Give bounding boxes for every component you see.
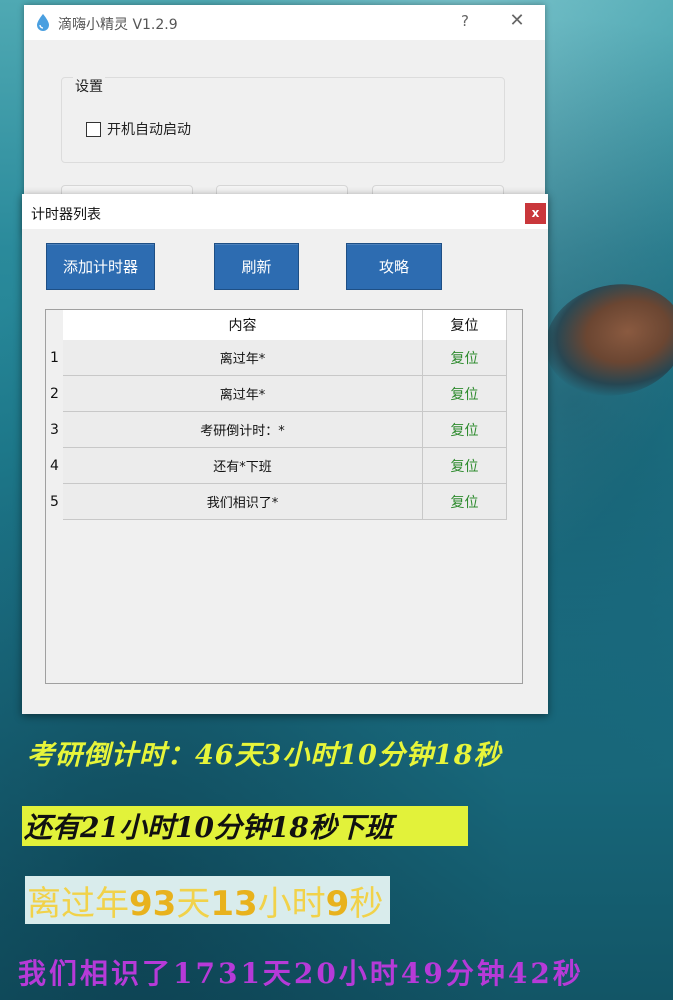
column-header-content[interactable]: 内容	[63, 310, 423, 340]
row-number: 3	[46, 412, 63, 448]
close-button[interactable]: ✕	[507, 10, 527, 31]
row-content[interactable]: 考研倒计时：*	[63, 412, 423, 448]
refresh-button[interactable]: 刷新	[214, 243, 299, 290]
settings-group-label: 设置	[73, 76, 105, 96]
row-content[interactable]: 还有*下班	[63, 448, 423, 484]
autostart-checkbox[interactable]	[86, 121, 101, 137]
row-number: 2	[46, 376, 63, 412]
row-reset-link[interactable]: 复位	[423, 340, 507, 376]
new-year-hours: 13	[210, 884, 258, 924]
new-year-countdown: 离过年93天13小时9秒	[27, 876, 383, 925]
table-header: 内容 复位	[63, 310, 507, 340]
timer-table[interactable]: 内容 复位 1 离过年* 复位 2 离过年* 复位 3 考研倒计时：* 复位 4…	[45, 309, 523, 684]
acquainted-text: 我们相识了1731天20小时49分钟42秒	[18, 957, 584, 990]
row-reset-link[interactable]: 复位	[423, 448, 507, 484]
table-row[interactable]: 4 还有*下班 复位	[46, 448, 507, 484]
new-year-unit-second: 秒	[349, 884, 384, 924]
row-content[interactable]: 离过年*	[63, 376, 423, 412]
row-content[interactable]: 离过年*	[63, 340, 423, 376]
guide-button[interactable]: 攻略	[346, 243, 442, 290]
row-reset-link[interactable]: 复位	[423, 412, 507, 448]
row-number: 1	[46, 340, 63, 376]
water-drop-icon	[37, 14, 49, 31]
row-content[interactable]: 我们相识了*	[63, 484, 423, 520]
dialog-title-bar[interactable]: 计时器列表 x	[22, 194, 548, 229]
autostart-option[interactable]: 开机自动启动	[86, 119, 191, 139]
new-year-days: 93	[129, 884, 177, 924]
row-reset-link[interactable]: 复位	[423, 484, 507, 520]
main-title-bar[interactable]: 滴嗨小精灵 V1.2.9 ? ✕	[24, 5, 545, 40]
table-row[interactable]: 3 考研倒计时：* 复位	[46, 412, 507, 448]
app-title: 滴嗨小精灵 V1.2.9	[58, 17, 178, 33]
timer-list-dialog: 计时器列表 x 添加计时器 刷新 攻略 内容 复位 1 离过年* 复位 2 离过…	[22, 194, 548, 714]
settings-group: 设置 开机自动启动	[61, 76, 505, 163]
help-button[interactable]: ?	[457, 12, 473, 30]
row-reset-link[interactable]: 复位	[423, 376, 507, 412]
autostart-label[interactable]: 开机自动启动	[107, 119, 191, 139]
table-row[interactable]: 1 离过年* 复位	[46, 340, 507, 376]
off-work-text: 还有21小时10分钟18秒下班	[24, 811, 393, 844]
new-year-seconds: 9	[325, 884, 350, 924]
dialog-title: 计时器列表	[31, 207, 101, 223]
dialog-close-button[interactable]: x	[525, 203, 546, 224]
exam-countdown-text: 考研倒计时：46天3小时10分钟18秒	[27, 740, 502, 771]
table-row[interactable]: 2 离过年* 复位	[46, 376, 507, 412]
new-year-prefix: 离过年	[27, 884, 129, 924]
new-year-unit-hour: 小时	[257, 884, 326, 924]
column-header-reset[interactable]: 复位	[423, 310, 507, 340]
row-number: 5	[46, 484, 63, 520]
table-row[interactable]: 5 我们相识了* 复位	[46, 484, 507, 520]
add-timer-button[interactable]: 添加计时器	[46, 243, 155, 290]
new-year-unit-day: 天	[176, 884, 211, 924]
row-number: 4	[46, 448, 63, 484]
